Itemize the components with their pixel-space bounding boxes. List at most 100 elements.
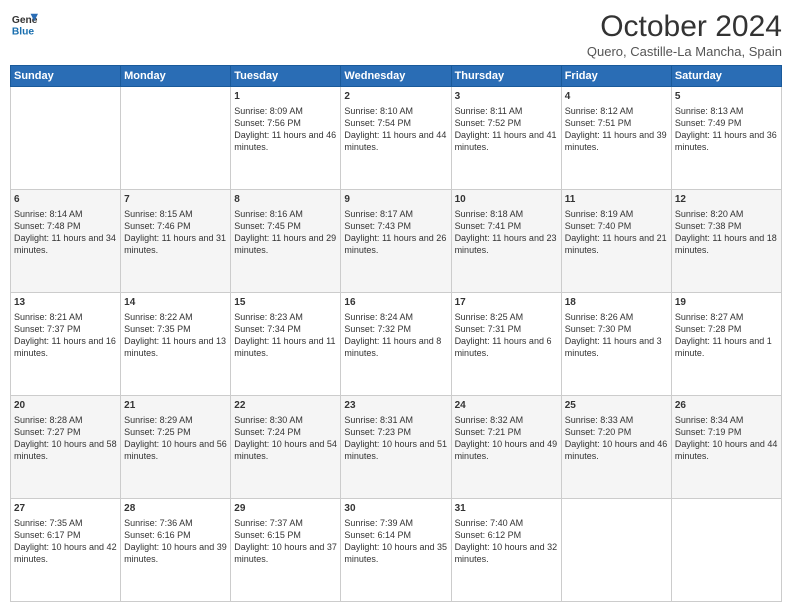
sunset: Sunset: 7:48 PM xyxy=(14,221,81,231)
sunrise: Sunrise: 8:29 AM xyxy=(124,415,193,425)
page-header: General Blue October 2024 Quero, Castill… xyxy=(10,10,782,59)
sunrise: Sunrise: 8:21 AM xyxy=(14,312,83,322)
day-number: 27 xyxy=(14,502,117,516)
calendar-cell: 4Sunrise: 8:12 AMSunset: 7:51 PMDaylight… xyxy=(561,87,671,190)
day-number: 19 xyxy=(675,296,778,310)
daylight: Daylight: 10 hours and 42 minutes. xyxy=(14,542,117,564)
calendar-cell: 28Sunrise: 7:36 AMSunset: 6:16 PMDayligh… xyxy=(121,499,231,602)
sunrise: Sunrise: 8:28 AM xyxy=(14,415,83,425)
calendar-cell: 2Sunrise: 8:10 AMSunset: 7:54 PMDaylight… xyxy=(341,87,451,190)
day-number: 22 xyxy=(234,399,337,413)
sunset: Sunset: 7:40 PM xyxy=(565,221,632,231)
sunset: Sunset: 6:14 PM xyxy=(344,530,411,540)
calendar-week-row: 20 Sunrise: 8:28 AM Sunset: 7:27 PM Dayligh… xyxy=(11,396,782,499)
col-thursday: Thursday xyxy=(451,66,561,87)
day-number: 31 xyxy=(455,502,558,516)
sunset: Sunset: 6:12 PM xyxy=(455,530,522,540)
calendar-cell xyxy=(561,499,671,602)
col-wednesday: Wednesday xyxy=(341,66,451,87)
sunrise: Sunrise: 8:30 AM xyxy=(234,415,303,425)
daylight: Daylight: 10 hours and 56 minutes. xyxy=(124,439,227,461)
daylight: Daylight: 10 hours and 35 minutes. xyxy=(344,542,447,564)
day-number: 4 xyxy=(565,90,668,104)
sunset: Sunset: 7:35 PM xyxy=(124,324,191,334)
sunset: Sunset: 7:34 PM xyxy=(234,324,301,334)
calendar-cell: 27 Sunrise: 7:35 AM Sunset: 6:17 PM Dayligh… xyxy=(11,499,121,602)
col-tuesday: Tuesday xyxy=(231,66,341,87)
sunset: Sunset: 7:54 PM xyxy=(344,118,411,128)
day-number: 9 xyxy=(344,193,447,207)
day-number: 6 xyxy=(14,193,117,207)
sunrise: Sunrise: 8:33 AM xyxy=(565,415,634,425)
day-number: 12 xyxy=(675,193,778,207)
sunset: Sunset: 7:41 PM xyxy=(455,221,522,231)
day-number: 7 xyxy=(124,193,227,207)
calendar-cell: 5Sunrise: 8:13 AMSunset: 7:49 PMDaylight… xyxy=(671,87,781,190)
daylight: Daylight: 10 hours and 44 minutes. xyxy=(675,439,778,461)
calendar-cell: 23Sunrise: 8:31 AMSunset: 7:23 PMDayligh… xyxy=(341,396,451,499)
sunset: Sunset: 7:30 PM xyxy=(565,324,632,334)
sunrise: Sunrise: 8:15 AM xyxy=(124,209,193,219)
daylight: Daylight: 11 hours and 26 minutes. xyxy=(344,233,446,255)
daylight: Daylight: 11 hours and 31 minutes. xyxy=(124,233,226,255)
daylight: Daylight: 10 hours and 51 minutes. xyxy=(344,439,447,461)
calendar-week-row: 1Sunrise: 8:09 AMSunset: 7:56 PMDaylight… xyxy=(11,87,782,190)
calendar-cell: 7Sunrise: 8:15 AMSunset: 7:46 PMDaylight… xyxy=(121,190,231,293)
sunrise: Sunrise: 7:36 AM xyxy=(124,518,193,528)
sunrise: Sunrise: 8:11 AM xyxy=(455,106,523,116)
sunset: Sunset: 6:15 PM xyxy=(234,530,301,540)
day-number: 2 xyxy=(344,90,447,104)
sunset: Sunset: 7:23 PM xyxy=(344,427,411,437)
sunrise: Sunrise: 8:18 AM xyxy=(455,209,524,219)
day-number: 28 xyxy=(124,502,227,516)
day-number: 20 xyxy=(14,399,117,413)
sunset: Sunset: 7:20 PM xyxy=(565,427,632,437)
svg-text:Blue: Blue xyxy=(12,26,35,37)
sunrise: Sunrise: 7:39 AM xyxy=(344,518,413,528)
day-number: 29 xyxy=(234,502,337,516)
sunrise: Sunrise: 8:16 AM xyxy=(234,209,303,219)
sunrise: Sunrise: 8:17 AM xyxy=(344,209,413,219)
sunrise: Sunrise: 8:12 AM xyxy=(565,106,634,116)
sunset: Sunset: 7:27 PM xyxy=(14,427,81,437)
sunset: Sunset: 7:43 PM xyxy=(344,221,411,231)
day-number: 13 xyxy=(14,296,117,310)
sunrise: Sunrise: 8:26 AM xyxy=(565,312,634,322)
sunrise: Sunrise: 8:20 AM xyxy=(675,209,744,219)
daylight: Daylight: 11 hours and 11 minutes. xyxy=(234,336,335,358)
title-block: October 2024 Quero, Castille-La Mancha, … xyxy=(587,10,782,59)
sunset: Sunset: 7:31 PM xyxy=(455,324,522,334)
daylight: Daylight: 11 hours and 18 minutes. xyxy=(675,233,777,255)
daylight: Daylight: 11 hours and 36 minutes. xyxy=(675,130,777,152)
calendar-table: Sunday Monday Tuesday Wednesday Thursday… xyxy=(10,65,782,602)
sunrise: Sunrise: 7:35 AM xyxy=(14,518,83,528)
calendar-cell: 11Sunrise: 8:19 AMSunset: 7:40 PMDayligh… xyxy=(561,190,671,293)
day-number: 16 xyxy=(344,296,447,310)
calendar-cell: 25Sunrise: 8:33 AMSunset: 7:20 PMDayligh… xyxy=(561,396,671,499)
daylight: Daylight: 11 hours and 46 minutes. xyxy=(234,130,336,152)
daylight: Daylight: 11 hours and 29 minutes. xyxy=(234,233,336,255)
sunset: Sunset: 7:24 PM xyxy=(234,427,301,437)
day-number: 10 xyxy=(455,193,558,207)
sunset: Sunset: 6:16 PM xyxy=(124,530,191,540)
sunset: Sunset: 6:17 PM xyxy=(14,530,81,540)
day-number: 17 xyxy=(455,296,558,310)
day-number: 14 xyxy=(124,296,227,310)
calendar-header-row: Sunday Monday Tuesday Wednesday Thursday… xyxy=(11,66,782,87)
daylight: Daylight: 11 hours and 44 minutes. xyxy=(344,130,446,152)
sunset: Sunset: 7:49 PM xyxy=(675,118,742,128)
sunset: Sunset: 7:56 PM xyxy=(234,118,301,128)
logo-icon: General Blue xyxy=(10,10,38,38)
daylight: Daylight: 10 hours and 37 minutes. xyxy=(234,542,337,564)
calendar-cell: 14Sunrise: 8:22 AMSunset: 7:35 PMDayligh… xyxy=(121,293,231,396)
day-number: 26 xyxy=(675,399,778,413)
day-number: 8 xyxy=(234,193,337,207)
daylight: Daylight: 10 hours and 32 minutes. xyxy=(455,542,558,564)
calendar-cell: 9 Sunrise: 8:17 AM Sunset: 7:43 PM Daylight… xyxy=(341,190,451,293)
calendar-cell: 6Sunrise: 8:14 AMSunset: 7:48 PMDaylight… xyxy=(11,190,121,293)
col-saturday: Saturday xyxy=(671,66,781,87)
calendar-week-row: 13Sunrise: 8:21 AMSunset: 7:37 PMDayligh… xyxy=(11,293,782,396)
day-number: 11 xyxy=(565,193,668,207)
calendar-cell xyxy=(671,499,781,602)
calendar-week-row: 6Sunrise: 8:14 AMSunset: 7:48 PMDaylight… xyxy=(11,190,782,293)
